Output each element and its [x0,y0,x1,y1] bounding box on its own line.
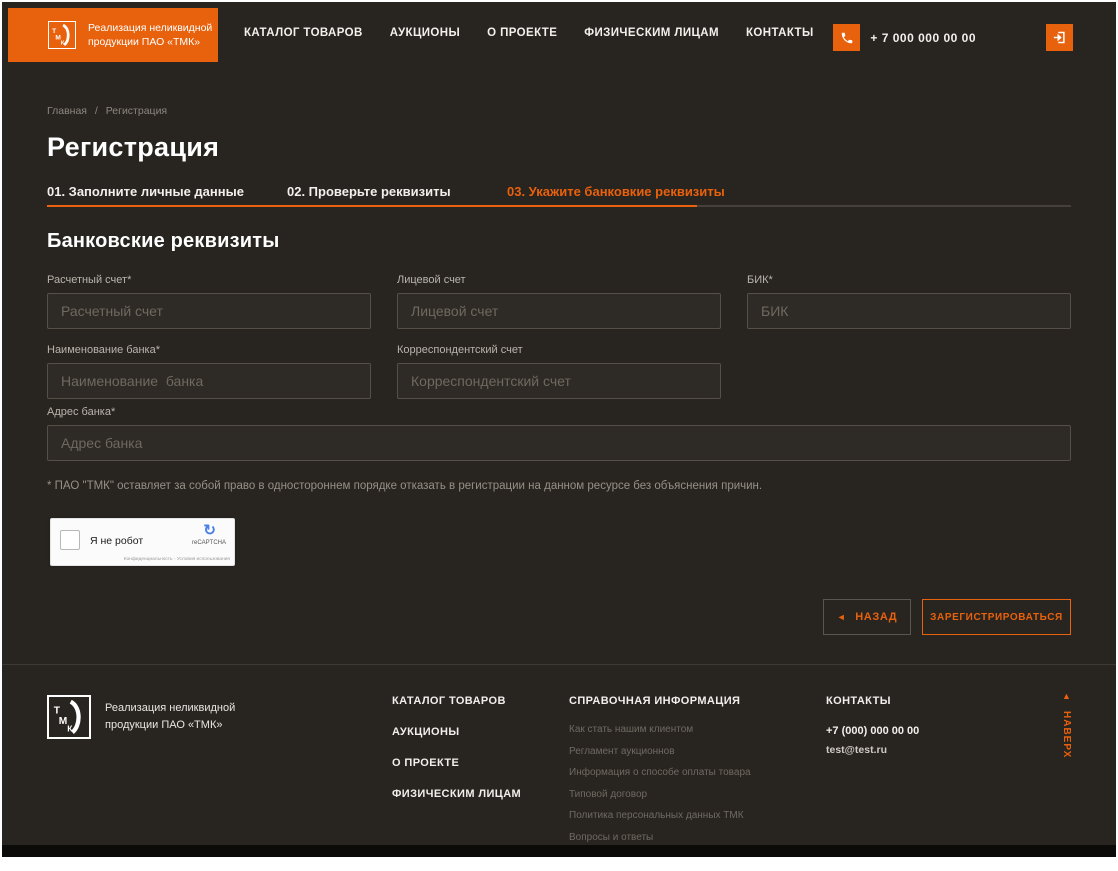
nav-item-auctions[interactable]: АУКЦИОНЫ [390,27,460,39]
svg-text:Т: Т [52,28,56,35]
footer: Т М К Реализация неликвидной продукции П… [2,664,1116,845]
recaptcha-label: Я не робот [90,535,143,547]
footer-info-title: СПРАВОЧНАЯ ИНФОРМАЦИЯ [569,695,826,707]
bik-field-group: БИК* [747,274,1071,329]
footer-logo-caption-line2: продукции ПАО «ТМК» [105,719,222,731]
step-1-personal-data[interactable]: 01. Заполните личные данные [47,184,287,199]
section-title: Банковские реквизиты [47,230,1071,253]
footer-link-payment-info[interactable]: Информация о способе оплаты товара [569,767,826,778]
form-row-2: Наименование банка* Корреспондентский сч… [47,344,1071,399]
steps-progress-bar [47,205,697,207]
bank-name-field-group: Наименование банка* [47,344,371,399]
footer-info: СПРАВОЧНАЯ ИНФОРМАЦИЯ Как стать нашим кл… [569,695,826,845]
header-right: + 7 000 000 00 00 [833,24,1073,51]
register-button[interactable]: ЗАРЕГИСТРИРОВАТЬСЯ [922,599,1071,635]
logo-caption: Реализация неликвидной продукции ПАО «ТМ… [88,21,212,49]
main-content: Главная / Регистрация Регистрация 01. За… [2,105,1116,635]
nav-item-individuals[interactable]: ФИЗИЧЕСКИМ ЛИЦАМ [584,27,719,39]
bank-name-input[interactable] [47,363,371,399]
footer-phone[interactable]: +7 (000) 000 00 00 [826,725,1071,737]
footer-tmk-logo-icon[interactable]: Т М К [47,695,91,739]
footer-link-model-contract[interactable]: Типовой договор [569,789,826,800]
footer-link-how-to-become-client[interactable]: Как стать нашим клиентом [569,724,826,735]
register-button-label: ЗАРЕГИСТРИРОВАТЬСЯ [930,612,1063,623]
footer-email[interactable]: test@test.ru [826,744,1071,756]
svg-text:М: М [59,716,67,727]
recaptcha-brand: reCAPTCHA [192,540,226,546]
svg-text:К: К [67,723,73,733]
site-background: Т М К Реализация неликвидной продукции П… [2,2,1116,845]
header-logo[interactable]: Т М К Реализация неликвидной продукции П… [8,8,218,62]
breadcrumb: Главная / Регистрация [47,105,1071,117]
phone-button[interactable] [833,24,860,51]
footer-link-auction-rules[interactable]: Регламент аукционнов [569,746,826,757]
footer-logo-block: Т М К Реализация неликвидной продукции П… [47,695,392,845]
settlement-account-field-group: Расчетный счет* [47,274,371,329]
logo-caption-line1: Реализация неликвидной [88,22,212,34]
login-button[interactable] [1046,24,1073,51]
bank-name-label: Наименование банка* [47,344,371,356]
page-frame: Т М К Реализация неликвидной продукции П… [0,0,1118,871]
personal-account-input[interactable] [397,293,721,329]
back-button[interactable]: ◄ НАЗАД [823,599,911,635]
personal-account-field-group: Лицевой счет [397,274,721,329]
scroll-to-top-button[interactable]: ▲ НАВЕРХ [1061,691,1072,758]
header: Т М К Реализация неликвидной продукции П… [2,2,1116,65]
nav-item-catalog[interactable]: КАТАЛОГ ТОВАРОВ [244,27,363,39]
footer-nav-catalog[interactable]: КАТАЛОГ ТОВАРОВ [392,695,569,707]
steps-progress-track [47,205,1071,207]
tmk-logo-icon: Т М К [48,21,76,49]
corr-account-input[interactable] [397,363,721,399]
footer-nav-individuals[interactable]: ФИЗИЧЕСКИМ ЛИЦАМ [392,788,569,800]
step-2-check-details[interactable]: 02. Проверьте реквизиты [287,184,507,199]
registration-disclaimer: * ПАО "ТМК" оставляет за собой право в о… [47,480,1071,492]
phone-icon [840,31,854,45]
form-row-1: Расчетный счет* Лицевой счет БИК* [47,274,1071,329]
back-arrow-icon: ◄ [837,612,847,622]
breadcrumb-separator: / [95,105,98,117]
footer-nav-auctions[interactable]: АУКЦИОНЫ [392,726,569,738]
form-actions: ◄ НАЗАД ЗАРЕГИСТРИРОВАТЬСЯ [47,599,1071,635]
up-arrow-icon: ▲ [1062,691,1071,701]
scroll-to-top-label: НАВЕРХ [1061,711,1072,758]
corr-account-field-group: Корреспондентский счет [397,344,721,399]
footer-contacts: КОНТАКТЫ +7 (000) 000 00 00 test@test.ru [826,695,1071,845]
bank-address-input[interactable] [47,425,1071,461]
settlement-account-label: Расчетный счет* [47,274,371,286]
personal-account-label: Лицевой счет [397,274,721,286]
breadcrumb-current: Регистрация [106,105,167,117]
page-bottom-bar [2,845,1116,857]
bik-label: БИК* [747,274,1071,286]
settlement-account-input[interactable] [47,293,371,329]
footer-nav: КАТАЛОГ ТОВАРОВ АУКЦИОНЫ О ПРОЕКТЕ ФИЗИЧ… [392,695,569,845]
footer-nav-about[interactable]: О ПРОЕКТЕ [392,757,569,769]
recaptcha-privacy-terms-links[interactable]: Конфиденциальность - Условия использован… [124,557,230,562]
header-phone-number: + 7 000 000 00 00 [870,31,976,45]
footer-contacts-title: КОНТАКТЫ [826,695,1071,707]
bank-address-label: Адрес банка* [47,406,1071,418]
footer-link-faq[interactable]: Вопросы и ответы [569,832,826,843]
recaptcha-widget: Я не робот ↻ reCAPTCHA Конфиденциальност… [50,518,235,566]
header-nav: КАТАЛОГ ТОВАРОВ АУКЦИОНЫ О ПРОЕКТЕ ФИЗИЧ… [244,27,814,39]
page-title: Регистрация [47,132,1071,163]
footer-logo-caption-line1: Реализация неликвидной [105,702,235,714]
login-icon [1052,30,1067,45]
nav-item-contacts[interactable]: КОНТАКТЫ [746,27,814,39]
breadcrumb-home-link[interactable]: Главная [47,105,87,117]
bik-input[interactable] [747,293,1071,329]
footer-logo-caption: Реализация неликвидной продукции ПАО «ТМ… [105,700,235,845]
bank-address-field-group: Адрес банка* [47,406,1071,461]
logo-caption-line2: продукции ПАО «ТМК» [88,36,200,48]
footer-link-personal-data-policy[interactable]: Политика персональных данных ТМК [569,810,826,821]
registration-steps: 01. Заполните личные данные 02. Проверьт… [47,184,1071,199]
step-3-bank-details[interactable]: 03. Укажите банковкие реквизиты [507,184,1071,199]
nav-item-about[interactable]: О ПРОЕКТЕ [487,27,557,39]
recaptcha-checkbox[interactable] [60,530,80,550]
back-button-label: НАЗАД [855,611,897,623]
svg-text:Т: Т [54,706,61,717]
recaptcha-logo-icon: ↻ [203,523,216,539]
corr-account-label: Корреспондентский счет [397,344,721,356]
